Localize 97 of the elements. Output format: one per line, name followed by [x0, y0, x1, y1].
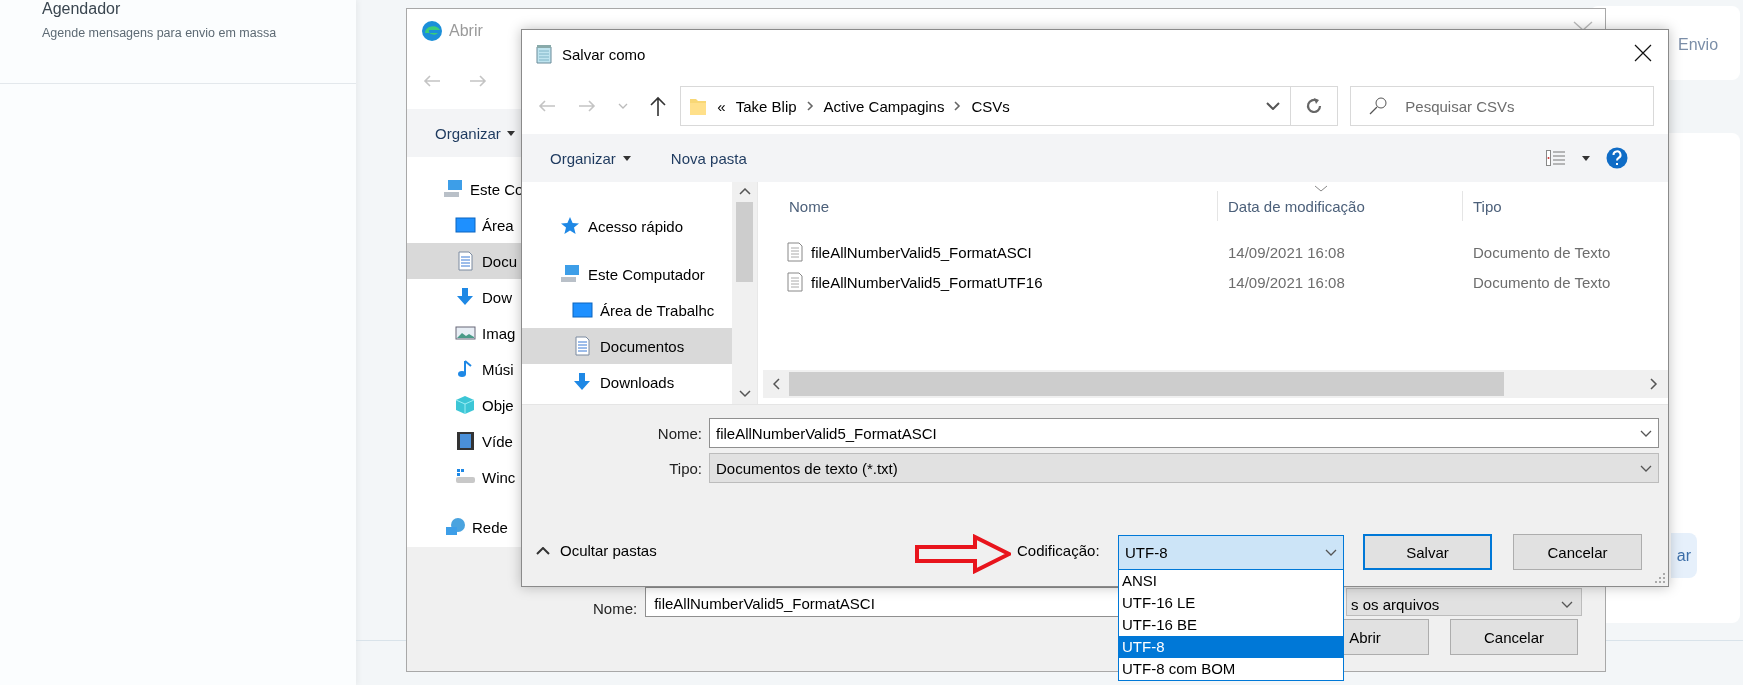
app-logo-icon — [421, 20, 443, 42]
file-type-dropdown[interactable]: s os arquivos — [1346, 588, 1582, 616]
chevron-right-icon — [806, 101, 814, 111]
close-icon[interactable] — [1634, 44, 1652, 62]
nav-item[interactable]: Dow — [407, 279, 523, 315]
nav-item[interactable]: Docu — [407, 243, 523, 279]
resize-grip-icon[interactable] — [1654, 572, 1666, 584]
text-file-icon — [787, 272, 803, 292]
computer-icon — [443, 179, 464, 199]
dropdown-option[interactable]: UTF-8 — [1119, 636, 1343, 658]
action-button[interactable]: ar — [1671, 533, 1697, 578]
scroll-thumb[interactable] — [736, 202, 753, 282]
new-folder-button[interactable]: Nova pasta — [670, 149, 747, 167]
caret-up-icon — [536, 546, 550, 555]
chevron-icon — [1640, 464, 1652, 472]
scroll-thumb[interactable] — [789, 372, 1504, 396]
chevron-icon — [1573, 21, 1593, 31]
nav-item[interactable]: Área de Trabalhc — [522, 292, 732, 328]
scroll-right-icon[interactable] — [1650, 378, 1658, 390]
nav-item[interactable]: Acesso rápido — [522, 208, 732, 244]
breadcrumb-item[interactable]: Active Campagins — [823, 97, 945, 115]
window-title: Salvar como — [562, 45, 646, 63]
chevron-right-icon — [954, 101, 962, 111]
scroll-down-icon[interactable] — [738, 390, 751, 398]
nav-item[interactable]: Víde — [407, 423, 523, 459]
field-label: Tipo: — [668, 459, 702, 477]
up-arrow-icon[interactable] — [650, 95, 666, 117]
column-header[interactable]: Tipo — [1473, 197, 1502, 215]
hide-folders-toggle[interactable]: Ocultar pastas — [536, 542, 657, 559]
nav-item[interactable]: Músi — [407, 351, 523, 387]
dropdown-option[interactable]: UTF-8 com BOM — [1119, 658, 1343, 680]
page-title: Agendador — [42, 0, 122, 18]
caret-icon — [506, 130, 515, 136]
nav-item[interactable]: Obje — [407, 387, 523, 423]
chevron-down-icon[interactable] — [1266, 102, 1281, 110]
modified-date: 14/09/2021 16:08 — [1227, 243, 1346, 261]
computer-icon — [560, 264, 581, 284]
desktop-icon — [572, 300, 593, 320]
column-header[interactable]: Nome — [789, 197, 829, 215]
document-icon — [455, 251, 476, 271]
chevron-icon — [1640, 429, 1652, 437]
chevron-icon — [1325, 549, 1337, 556]
field-label: Codificação: — [1017, 542, 1100, 559]
column-header[interactable]: Data de modificação — [1228, 197, 1365, 215]
nav-item[interactable]: Documentos — [522, 328, 732, 364]
file-name[interactable]: fileAllNumberValid5_FormatASCI — [811, 243, 1032, 261]
nav-item[interactable]: Imag — [407, 315, 523, 351]
document-icon — [572, 336, 593, 356]
file-name[interactable]: fileAllNumberValid5_FormatUTF16 — [811, 273, 1043, 291]
scroll-left-icon[interactable] — [773, 378, 781, 390]
dialog-button[interactable]: Cancelar — [1513, 534, 1642, 570]
breadcrumb-item[interactable]: Take Blip — [735, 97, 797, 115]
nav-item[interactable]: Este Computador — [522, 256, 732, 292]
scrollbar[interactable] — [763, 370, 1668, 398]
folder-icon — [689, 96, 708, 116]
download-arrow-icon — [455, 287, 476, 307]
details-view-icon[interactable] — [1546, 150, 1566, 166]
scroll-up-icon[interactable] — [738, 188, 751, 196]
search-field[interactable]: Pesquisar CSVs — [1350, 86, 1654, 126]
globe-computer-icon — [445, 517, 466, 537]
help-icon[interactable] — [1606, 147, 1628, 169]
window-title: Abrir — [449, 22, 483, 40]
nav-item[interactable]: Winc — [407, 459, 523, 495]
download-arrow-icon — [572, 372, 593, 392]
page-subtitle: Agende mensagens para envio em massa — [42, 26, 278, 40]
desktop-icon — [455, 215, 476, 235]
text-file-icon — [787, 242, 803, 262]
file-type: Documento de Texto — [1472, 243, 1611, 261]
organize-menu[interactable]: Organizar — [435, 124, 501, 142]
film-icon — [455, 431, 476, 451]
field-label: Nome: — [656, 424, 702, 442]
organize-menu[interactable]: Organizar — [550, 149, 631, 167]
dialog-button[interactable]: Salvar — [1363, 534, 1492, 570]
encoding-dropdown[interactable]: UTF-8 — [1118, 535, 1344, 570]
file-type: Documento de Texto — [1472, 273, 1611, 291]
cube-icon — [455, 395, 476, 415]
file-name-field[interactable]: fileAllNumberValid5_FormatASCI — [709, 418, 1659, 448]
caret-icon[interactable] — [1582, 155, 1590, 161]
modified-date: 14/09/2021 16:08 — [1227, 273, 1346, 291]
sort-chevron-icon — [1314, 185, 1328, 192]
breadcrumb-overflow-button[interactable]: « — [717, 97, 726, 115]
chevron-icon[interactable] — [618, 103, 628, 109]
chevron-icon — [1561, 600, 1573, 608]
breadcrumb-item[interactable]: CSVs — [971, 97, 1010, 115]
refresh-icon — [1305, 97, 1324, 115]
caret-icon — [622, 155, 631, 161]
nav-item[interactable]: Downloads — [522, 364, 732, 400]
nav-item[interactable]: Área — [407, 207, 523, 243]
file-type-dropdown[interactable]: Documentos de texto (*.txt) — [709, 453, 1659, 483]
notepad-icon — [534, 44, 554, 64]
star-icon — [560, 216, 581, 236]
nav-item[interactable]: Rede — [407, 509, 523, 545]
field-label: Nome: — [593, 600, 638, 617]
picture-icon — [455, 323, 476, 343]
scrollbar[interactable] — [732, 182, 757, 404]
dialog-button[interactable]: Cancelar — [1450, 619, 1578, 655]
search-icon — [1369, 97, 1388, 115]
